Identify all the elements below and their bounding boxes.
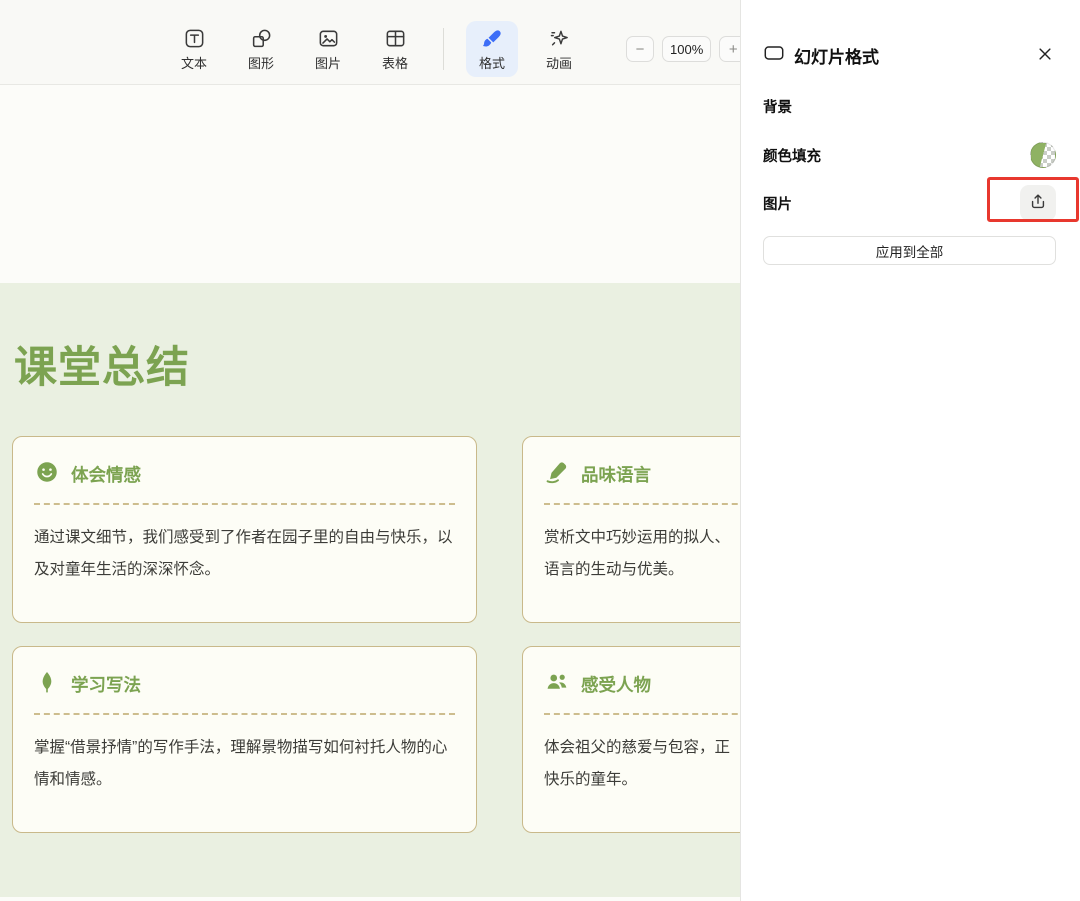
tool-shapes[interactable]: 图形	[235, 21, 287, 77]
table-icon	[384, 27, 407, 50]
toolbar-inner: 文本 图形 图片 表格 格式 动画 − 100% +	[168, 21, 740, 77]
tool-text[interactable]: 文本	[168, 21, 220, 77]
card-title: 学习写法	[71, 675, 141, 696]
card-emotion[interactable]: 体会情感 通过课文细节，我们感受到了作者在园子里的自由与快乐，以及对童年生活的深…	[12, 436, 477, 624]
apply-to-all-button[interactable]: 应用到全部	[763, 236, 1056, 265]
image-row: 图片	[763, 185, 1056, 221]
card-language[interactable]: 品味语言 赏析文中巧妙运用的拟人、 语言的生动与优美。	[522, 436, 740, 624]
zoom-in-button[interactable]: +	[719, 36, 740, 62]
card-title: 品味语言	[581, 465, 651, 486]
color-fill-label: 颜色填充	[763, 148, 821, 165]
card-header: 感受人物	[544, 669, 740, 700]
card-writing[interactable]: 学习写法 掌握“借景抒情”的写作手法，理解景物描写如何衬托人物的心情和情感。	[12, 646, 477, 834]
pen-icon	[544, 459, 570, 490]
background-section-label: 背景	[763, 100, 792, 116]
slide-format-panel: 幻灯片格式 背景 颜色填充 图片 应用到全部	[740, 0, 1080, 901]
card-body: 掌握“借景抒情”的写作手法，理解景物描写如何衬托人物的心情和情感。	[34, 739, 448, 789]
upload-icon	[1028, 192, 1048, 215]
tool-shapes-label: 图形	[247, 56, 274, 71]
color-fill-row: 颜色填充	[763, 141, 1056, 169]
card-divider	[544, 713, 740, 716]
toolbar: 文本 图形 图片 表格 格式 动画 − 100% +	[0, 0, 740, 85]
card-header: 学习写法	[34, 669, 455, 700]
card-divider	[544, 503, 740, 506]
card-header: 体会情感	[34, 459, 455, 490]
panel-title: 幻灯片格式	[794, 47, 879, 67]
panel-header: 幻灯片格式	[763, 42, 1056, 68]
card-header: 品味语言	[544, 459, 740, 490]
editor-main: 文本 图形 图片 表格 格式 动画 − 100% + 课堂总结 体会情感 通过课…	[0, 0, 740, 901]
card-body: 赏析文中巧妙运用的拟人、 语言的生动与优美。	[544, 529, 731, 579]
tool-format[interactable]: 格式	[466, 21, 518, 77]
tool-image[interactable]: 图片	[302, 21, 354, 77]
card-title: 体会情感	[71, 465, 141, 486]
tool-animation[interactable]: 动画	[533, 21, 585, 77]
image-icon	[317, 27, 340, 50]
slide[interactable]: 课堂总结 体会情感 通过课文细节，我们感受到了作者在园子里的自由与快乐，以及对童…	[0, 283, 740, 897]
zoom-out-button[interactable]: −	[626, 36, 654, 62]
tool-table[interactable]: 表格	[369, 21, 421, 77]
shapes-icon	[250, 27, 273, 50]
card-character[interactable]: 感受人物 体会祖父的慈爱与包容，正 快乐的童年。	[522, 646, 740, 834]
image-label: 图片	[763, 196, 792, 213]
slide-format-icon	[763, 42, 785, 69]
format-brush-icon	[481, 27, 504, 50]
card-body: 通过课文细节，我们感受到了作者在园子里的自由与快乐，以及对童年生活的深深怀念。	[34, 529, 453, 579]
close-icon	[1036, 45, 1054, 66]
zoom-controls: − 100% +	[626, 36, 740, 62]
card-title: 感受人物	[581, 675, 651, 696]
tool-animation-label: 动画	[545, 56, 572, 71]
presentation-app: 文本 图形 图片 表格 格式 动画 − 100% + 课堂总结 体会情感 通过课…	[0, 0, 1080, 901]
tool-text-label: 文本	[180, 56, 207, 71]
summary-cards: 体会情感 通过课文细节，我们感受到了作者在园子里的自由与快乐，以及对童年生活的深…	[12, 436, 740, 834]
card-divider	[34, 503, 455, 506]
tool-image-label: 图片	[314, 56, 341, 71]
slide-title[interactable]: 课堂总结	[14, 344, 740, 392]
tool-table-label: 表格	[381, 56, 408, 71]
animation-sparkle-icon	[548, 27, 571, 50]
text-icon	[183, 27, 206, 50]
leaf-icon	[34, 669, 60, 700]
toolbar-divider	[443, 28, 444, 70]
card-divider	[34, 713, 455, 716]
people-icon	[544, 669, 570, 700]
slide-canvas: 课堂总结 体会情感 通过课文细节，我们感受到了作者在园子里的自由与快乐，以及对童…	[0, 85, 740, 901]
card-body: 体会祖父的慈爱与包容，正 快乐的童年。	[544, 739, 731, 789]
tool-format-label: 格式	[478, 56, 505, 71]
zoom-level[interactable]: 100%	[662, 36, 712, 62]
close-button[interactable]	[1034, 43, 1056, 68]
canvas-top-area	[0, 85, 740, 283]
image-upload-button[interactable]	[1020, 185, 1056, 221]
color-fill-swatch[interactable]	[1030, 142, 1056, 168]
smiley-icon	[34, 459, 60, 490]
